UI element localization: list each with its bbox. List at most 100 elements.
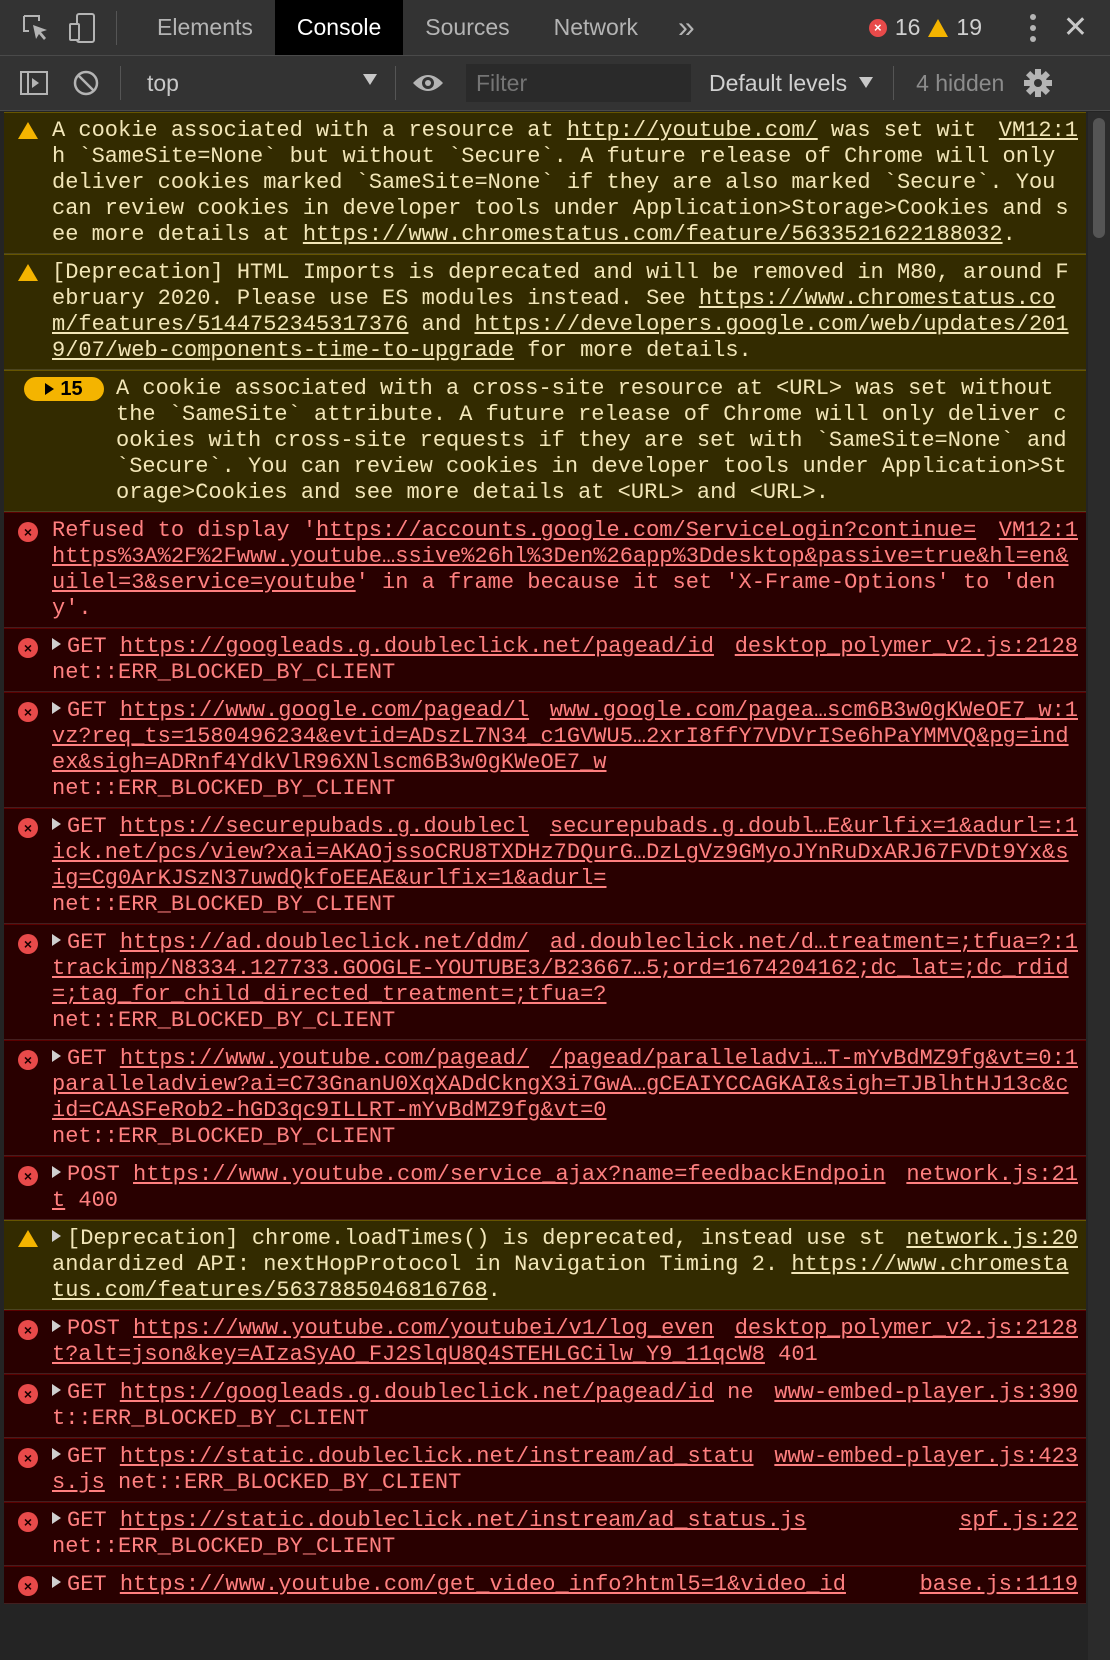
- error-icon: ×: [18, 1320, 38, 1340]
- console-message-error[interactable]: × www-embed-player.js:390 GET https://goog…: [4, 1374, 1086, 1438]
- tab-network[interactable]: Network: [532, 0, 660, 55]
- message-url-link[interactable]: https://googleads.g.doubleclick.net/page…: [120, 634, 714, 659]
- console-message-warn[interactable]: VM12:1 A cookie associated with a resourc…: [4, 112, 1086, 254]
- expand-triangle-icon[interactable]: [52, 702, 61, 714]
- message-url-link[interactable]: https://www.chromestatus.com/feature/563…: [303, 222, 1003, 247]
- source-link[interactable]: securepubads.g.doubl…E&urlfix=1&adurl=:1: [550, 814, 1078, 840]
- device-toolbar-icon[interactable]: [62, 8, 102, 48]
- message-text: net::ERR_BLOCKED_BY_CLIENT: [52, 1124, 396, 1149]
- source-link[interactable]: VM12:1: [999, 518, 1078, 544]
- warning-icon: [18, 1230, 38, 1247]
- live-expression-eye-icon[interactable]: [408, 63, 448, 103]
- error-icon: ×: [18, 1050, 38, 1070]
- source-link[interactable]: desktop_polymer_v2.js:2128: [735, 1316, 1078, 1342]
- error-icon: ×: [18, 1512, 38, 1532]
- expand-triangle-icon[interactable]: [52, 1230, 61, 1242]
- source-link[interactable]: www.google.com/pagea…scm6B3w0gKWeOE7_w:1: [550, 698, 1078, 724]
- source-link[interactable]: www-embed-player.js:390: [774, 1380, 1078, 1406]
- error-icon: ×: [18, 1166, 38, 1186]
- message-text: net::ERR_BLOCKED_BY_CLIENT: [52, 776, 396, 801]
- console-message-error[interactable]: × desktop_polymer_v2.js:2128 POST https://…: [4, 1310, 1086, 1374]
- source-link[interactable]: www-embed-player.js:423: [774, 1444, 1078, 1470]
- context-selector-label: top: [147, 69, 179, 96]
- log-levels-dropdown[interactable]: Default levels: [709, 70, 874, 97]
- console-message-error[interactable]: × /pagead/paralleladvi…T-mYvBdMZ9fg&vt=0:…: [4, 1040, 1086, 1156]
- expand-triangle-icon[interactable]: [52, 934, 61, 946]
- console-message-error[interactable]: × VM12:1 Refused to display 'https://accou…: [4, 512, 1086, 628]
- source-link[interactable]: network.js:20: [906, 1226, 1078, 1252]
- console-message-warn[interactable]: [Deprecation] HTML Imports is deprecated…: [4, 254, 1086, 370]
- expand-triangle-icon[interactable]: [52, 1050, 61, 1062]
- sidebar-toggle-icon[interactable]: [14, 63, 54, 103]
- message-text: POST: [67, 1316, 134, 1341]
- source-link[interactable]: network.js:21: [906, 1162, 1078, 1188]
- tab-console[interactable]: Console: [274, 0, 404, 55]
- message-url-link[interactable]: https://www.youtube.com/service_ajax?nam…: [52, 1162, 886, 1213]
- error-icon: ×: [18, 1576, 38, 1596]
- error-icon: ×: [18, 522, 38, 542]
- warning-icon: [18, 264, 38, 281]
- expand-triangle-icon: [45, 383, 55, 395]
- source-link[interactable]: ad.doubleclick.net/d…treatment=;tfua=?:1: [550, 930, 1078, 956]
- repeat-count-badge[interactable]: 15: [24, 377, 104, 401]
- source-link[interactable]: spf.js:22: [959, 1508, 1078, 1534]
- message-text: .: [487, 1278, 501, 1303]
- message-url-link[interactable]: https://googleads.g.doubleclick.net/page…: [120, 1380, 714, 1405]
- console-message-error[interactable]: × network.js:21 POST https://www.youtube.c…: [4, 1156, 1086, 1220]
- source-link[interactable]: /pagead/paralleladvi…T-mYvBdMZ9fg&vt=0:1: [550, 1046, 1078, 1072]
- toolbar-divider: [395, 66, 396, 100]
- console-scrollbar[interactable]: [1088, 112, 1110, 1660]
- console-settings-gear-icon[interactable]: [1018, 63, 1058, 103]
- console-message-error[interactable]: × desktop_polymer_v2.js:2128 GET https://g…: [4, 628, 1086, 692]
- source-link[interactable]: base.js:1119: [920, 1572, 1078, 1598]
- error-icon: ×: [18, 934, 38, 954]
- inspect-element-icon[interactable]: [16, 8, 56, 48]
- message-text: GET: [67, 1380, 120, 1405]
- console-message-error[interactable]: × www.google.com/pagea…scm6B3w0gKWeOE7_w:…: [4, 692, 1086, 808]
- context-selector[interactable]: top: [147, 70, 377, 97]
- toolbar-divider: [120, 66, 121, 100]
- more-options-icon[interactable]: [1028, 12, 1038, 44]
- message-url-link[interactable]: https://www.youtube.com/youtubei/v1/log_…: [52, 1316, 765, 1367]
- filter-input[interactable]: [466, 64, 691, 102]
- close-devtools-icon[interactable]: ✕: [1063, 10, 1088, 45]
- message-text: [Deprecation] chrome.loadTimes() is depr…: [52, 1226, 886, 1277]
- console-message-warn[interactable]: network.js:20 [Deprecation] chrome.loadTi…: [4, 1220, 1086, 1310]
- expand-triangle-icon[interactable]: [52, 1384, 61, 1396]
- message-text: Refused to display ': [52, 518, 317, 543]
- message-url-link[interactable]: https://static.doubleclick.net/instream/…: [120, 1508, 807, 1533]
- hidden-messages-count: 4 hidden: [916, 69, 1005, 96]
- error-count-icon: ×: [868, 18, 887, 37]
- source-link[interactable]: desktop_polymer_v2.js:2128: [735, 634, 1078, 660]
- message-url-link[interactable]: https://www.youtube.com/get_video_info?h…: [120, 1572, 846, 1597]
- message-url-link[interactable]: http://youtube.com/: [567, 118, 818, 143]
- message-text: and: [408, 312, 475, 337]
- console-message-error[interactable]: × ad.doubleclick.net/d…treatment=;tfua=?:…: [4, 924, 1086, 1040]
- console-message-error[interactable]: × securepubads.g.doubl…E&urlfix=1&adurl=:…: [4, 808, 1086, 924]
- console-message-error[interactable]: × www-embed-player.js:423 GET https://stat…: [4, 1438, 1086, 1502]
- message-text: A cookie associated with a resource at: [52, 118, 567, 143]
- expand-triangle-icon[interactable]: [52, 1166, 61, 1178]
- clear-console-icon[interactable]: [66, 63, 106, 103]
- expand-triangle-icon[interactable]: [52, 818, 61, 830]
- console-message-error[interactable]: × spf.js:22 GET https://static.doubleclick…: [4, 1502, 1086, 1566]
- tab-elements[interactable]: Elements: [135, 0, 275, 55]
- message-text: GET: [67, 930, 120, 955]
- issue-counts[interactable]: × 16 19: [868, 0, 982, 55]
- message-text: net::ERR_BLOCKED_BY_CLIENT: [52, 1008, 396, 1033]
- error-icon: ×: [18, 702, 38, 722]
- expand-triangle-icon[interactable]: [52, 1576, 61, 1588]
- message-text: net::ERR_BLOCKED_BY_CLIENT: [52, 892, 396, 917]
- expand-triangle-icon[interactable]: [52, 1448, 61, 1460]
- more-tabs-button[interactable]: »: [660, 11, 713, 45]
- expand-triangle-icon[interactable]: [52, 638, 61, 650]
- console-message-error[interactable]: × base.js:1119 GET https://www.youtube.com…: [4, 1566, 1086, 1604]
- expand-triangle-icon[interactable]: [52, 1512, 61, 1524]
- expand-triangle-icon[interactable]: [52, 1320, 61, 1332]
- console-message-warn[interactable]: 15 A cookie associated with a cross-site …: [4, 370, 1086, 512]
- warning-icon: [18, 122, 38, 139]
- scrollbar-thumb[interactable]: [1093, 118, 1105, 238]
- repeat-count: 15: [60, 378, 83, 400]
- source-link[interactable]: VM12:1: [999, 118, 1078, 144]
- tab-sources[interactable]: Sources: [403, 0, 531, 55]
